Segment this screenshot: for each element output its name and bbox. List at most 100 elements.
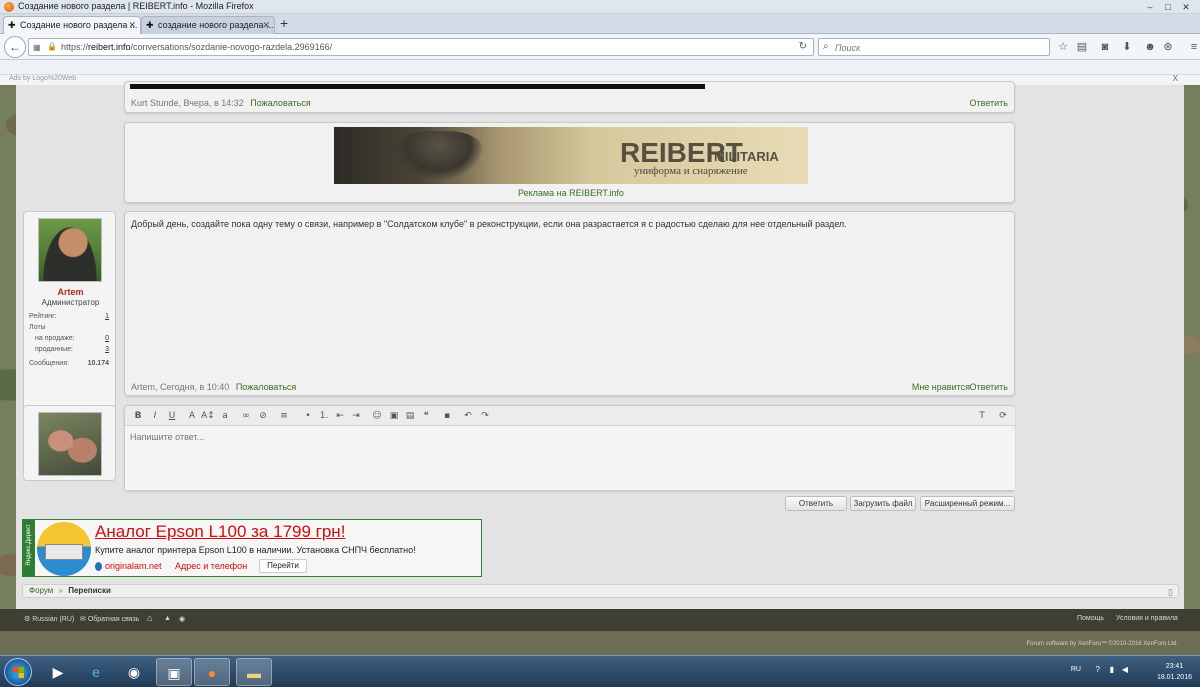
reibert-cross-icon: ✚ [146,20,154,30]
font-color-icon[interactable]: A [185,409,199,423]
align-icon[interactable]: ≡ [277,409,291,423]
link-icon[interactable]: ∞ [239,409,253,423]
new-tab-button[interactable]: + [280,16,288,30]
on-sale-label: на продаже: [35,335,75,342]
username[interactable]: Artem [24,287,117,297]
download-icon[interactable]: ⬇ [1120,40,1134,54]
top-icon[interactable]: ▲ [164,615,171,622]
url-bar[interactable]: ▦ 🔒 https://reibert.info/conversations/s… [28,38,814,56]
close-window-button[interactable]: ✕ [1178,2,1194,12]
internet-explorer-icon[interactable]: e [78,658,114,686]
sold-value[interactable]: 3 [105,346,109,353]
avatar[interactable] [38,218,102,282]
terms-link[interactable]: Условия и правила [1116,615,1178,622]
window-title: Создание нового раздела | REIBERT.info -… [18,1,254,11]
ad-address-link[interactable]: Адрес и телефон [175,561,247,571]
reply-textarea[interactable] [125,427,1015,490]
reply-link[interactable]: Ответить [970,98,1008,108]
avatar[interactable] [38,412,102,476]
pocket-icon[interactable]: ◙ [1098,40,1112,54]
chrome-icon[interactable]: ◉ [116,658,152,686]
folder-icon[interactable]: ▬ [236,658,272,686]
start-button[interactable] [4,658,32,686]
indent-icon[interactable]: ⇥ [349,409,363,423]
rating-label: Рейтинг: [29,313,57,320]
help-icon[interactable]: ? [1096,665,1100,674]
redo-icon[interactable]: ↷ [478,409,492,423]
report-link[interactable]: Пожаловаться [250,98,310,108]
tab-inactive[interactable]: ✚ создание нового раздела ... ✕ [141,16,275,34]
undo-icon[interactable]: ↶ [461,409,475,423]
remove-format-icon[interactable]: T [975,409,989,423]
ad-site-link[interactable]: originalam.net [105,561,162,571]
number-list-icon[interactable]: 1. [317,409,331,423]
bold-icon[interactable]: B [131,409,145,423]
on-sale-value[interactable]: 0 [105,335,109,342]
close-icon[interactable]: ✕ [128,17,136,34]
bullet-list-icon[interactable]: • [301,409,315,423]
speaker-icon[interactable]: ◀ [1122,665,1128,674]
outdent-icon[interactable]: ⇤ [333,409,347,423]
save-draft-icon[interactable]: ▪ [440,409,454,423]
unlink-icon[interactable]: ⊘ [256,409,270,423]
search-input[interactable] [835,41,1045,54]
network-icon[interactable]: ▮ [1110,665,1114,674]
reibert-banner[interactable]: REIBERT MILITARIA униформа и снаряжение [334,127,808,184]
like-link[interactable]: Мне нравится [912,382,970,392]
underline-icon[interactable]: U [165,409,179,423]
navigation-bar: ← ▦ 🔒 https://reibert.info/conversations… [0,34,1200,60]
home-icon[interactable]: ⌂ [147,613,152,623]
rss-icon[interactable]: ◉ [179,615,185,623]
ads-label: Ads by Logo%20Web [9,75,77,82]
site-info-icon[interactable]: ▦ [33,43,41,52]
report-link[interactable]: Пожаловаться [236,382,296,392]
smiley-icon[interactable]: ☺ [370,409,384,423]
search-bar[interactable]: ⌕ [818,38,1050,56]
reload-icon[interactable]: ↻ [799,41,807,52]
feedback-link[interactable]: ✉ Обратная связь [80,615,139,623]
advert-link[interactable]: Реклама на REIBERT.info [518,188,624,198]
url-text[interactable]: https://reibert.info/conversations/sozda… [61,42,332,52]
media-icon[interactable]: ▤ [403,409,417,423]
breadcrumb-root[interactable]: Форум [29,586,53,595]
tab-active[interactable]: ✚ Создание нового раздела ... ✕ [3,16,141,34]
tab-label: создание нового раздела ... [158,20,274,30]
quote-icon[interactable]: ❝ [419,409,433,423]
close-icon[interactable]: ✕ [262,17,270,34]
ad-go-button[interactable]: Перейти [259,559,307,573]
language-indicator[interactable]: RU [1071,666,1081,673]
firefox-taskbar-icon[interactable]: ● [194,658,230,686]
ad-image[interactable] [37,522,91,576]
reply-button[interactable]: Ответить [785,496,847,511]
media-player-icon[interactable]: ▶ [40,658,76,686]
bbcode-toggle-icon[interactable]: ⟳ [996,409,1010,423]
back-button[interactable]: ← [4,36,26,58]
rating-value[interactable]: 1 [105,313,109,320]
maximize-button[interactable]: □ [1160,2,1176,12]
page-icon[interactable]: ▯ [1168,586,1173,598]
copyright-text[interactable]: Forum software by XenForo™ ©2010-2016 Xe… [1027,641,1179,647]
minimize-button[interactable]: – [1142,2,1158,12]
breadcrumb-current[interactable]: Переписки [68,586,111,595]
star-icon[interactable]: ☆ [1056,40,1070,54]
italic-icon[interactable]: I [148,409,162,423]
menu-icon[interactable]: ≡ [1187,40,1200,54]
upload-file-button[interactable]: Загрузить файл [850,496,916,511]
reply-link[interactable]: Ответить [970,382,1008,392]
ads-close-button[interactable]: X [1173,74,1178,83]
explorer-windows-icon[interactable]: ▣ [156,658,192,686]
image-icon[interactable]: ▣ [387,409,401,423]
font-family-icon[interactable]: a [218,409,232,423]
font-size-icon[interactable]: A↕ [201,409,215,423]
ad-title[interactable]: Аналог Epson L100 за 1799 грн! [95,522,345,542]
user-role: Администратор [41,298,100,307]
post-text: Добрый день, создайте пока одну тему о с… [131,219,847,229]
help-link[interactable]: Помощь [1077,615,1104,622]
system-clock[interactable]: 23:41 18.01.2016 [1157,661,1192,683]
chat-icon[interactable]: ☻ [1143,40,1157,54]
sync-icon[interactable]: ⊛ [1161,40,1175,54]
reading-list-icon[interactable]: ▤ [1075,40,1089,54]
advanced-mode-button[interactable]: Расширенный режим... [920,496,1015,511]
clock-date: 18.01.2016 [1156,674,1192,681]
language-chooser[interactable]: ⚙ Russian (RU) [24,615,74,623]
